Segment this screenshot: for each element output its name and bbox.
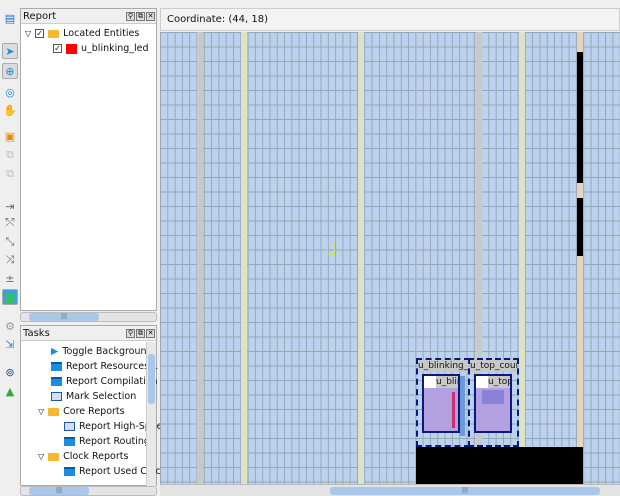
canvas-hscrollbar[interactable]: ||| (160, 484, 620, 496)
task-label: Core Reports (63, 406, 125, 417)
expand-icon[interactable]: ± (2, 270, 18, 286)
report-icon (51, 362, 62, 371)
placed-logic (482, 390, 504, 404)
pin-icon[interactable]: ⚲ (126, 11, 135, 21)
task-label: Report Routing (79, 436, 150, 447)
logic-block[interactable]: u_top_counter (474, 374, 512, 433)
folder-icon (48, 407, 60, 416)
table-icon (64, 422, 75, 431)
task-label: Report Compilation (66, 376, 158, 387)
fanout-icon[interactable]: ⤲ (2, 215, 18, 231)
task-label: Mark Selection (66, 391, 137, 402)
chip-planner-canvas[interactable]: u_blinking_led u_top_counter u_blinking_… (160, 32, 620, 484)
io-bank (577, 52, 583, 183)
tasks-panel: Tasks ⚲ ⧉ ✕ ▶ Toggle Background Report Reso… (20, 325, 171, 486)
tree-item-located-entities[interactable]: ▽ ✓ Located Entities (25, 26, 139, 41)
resource-column (197, 32, 203, 484)
checkbox[interactable]: ✓ (53, 44, 62, 53)
color-swatch (66, 43, 77, 54)
routing-icon[interactable]: ⤡ (2, 234, 18, 250)
resource-column (358, 32, 364, 484)
resource-column (241, 32, 247, 484)
layers-icon[interactable]: ▣ (2, 128, 18, 144)
expand-icon[interactable]: ▽ (38, 452, 44, 461)
paste-icon[interactable]: ⧉ (2, 166, 18, 182)
task-label: Toggle Background (62, 346, 153, 357)
zoom-tool-icon[interactable]: ⊕ (2, 63, 18, 79)
connections-icon[interactable]: ⚙ (2, 318, 18, 334)
task-folder[interactable]: ▽ Clock Reports (38, 449, 128, 464)
report-hscrollbar[interactable]: ||| (20, 312, 157, 322)
expand-icon[interactable]: ▽ (38, 407, 44, 416)
io-bank (577, 198, 583, 256)
select-tool-icon[interactable]: ➤ (2, 43, 18, 59)
float-icon[interactable]: ⧉ (136, 328, 145, 338)
close-icon[interactable]: ✕ (146, 328, 155, 338)
task-item[interactable]: ▶ Toggle Background (51, 344, 153, 359)
chip-planner-icon[interactable]: ▤ (2, 10, 18, 26)
tree-label: Located Entities (63, 28, 140, 39)
hand-tool-icon[interactable]: ✋ (2, 102, 18, 118)
binoculars-icon[interactable]: ⊚ (2, 364, 18, 380)
pin-icon[interactable]: ⚲ (126, 328, 135, 338)
delay-icon[interactable]: ⤨ (2, 252, 18, 268)
resource-column (519, 32, 525, 484)
report-icon (64, 467, 75, 476)
float-icon[interactable]: ⧉ (136, 11, 145, 21)
zoom-fit-icon[interactable]: ◎ (2, 84, 18, 100)
task-item[interactable]: Report Compilation (51, 374, 158, 389)
block-label: u_top_counter (488, 376, 510, 388)
block-label: u_blinking_led (436, 376, 458, 388)
locate-icon[interactable]: ⇲ (2, 336, 18, 352)
floorplan-view-icon[interactable]: ▦ (2, 289, 18, 305)
task-folder[interactable]: ▽ Core Reports (38, 404, 125, 419)
coordinate-readout: Coordinate: (44, 18) (160, 8, 620, 31)
report-panel: Report ⚲ ⧉ ✕ ▽ ✓ Located Entities ✓ u_blin… (20, 8, 157, 311)
fanin-icon[interactable]: ⇥ (2, 198, 18, 214)
task-label: Report Used Clocks (79, 466, 172, 477)
region-label: u_top_counter (470, 360, 517, 372)
folder-icon (48, 452, 60, 461)
tasks-title: Tasks (23, 327, 50, 339)
hover-cell (327, 241, 335, 255)
close-icon[interactable]: ✕ (146, 11, 155, 21)
left-toolbar: ▤ ➤ ⊕ ◎ ✋ ▣ ⧉ ⧉ ⇥ ⤲ ⤡ ⤨ ± ▦ ⚙ ⇲ ⊚ ▲ (0, 8, 20, 496)
ta-icon[interactable]: ▲ (2, 383, 18, 399)
placed-logic (452, 392, 455, 428)
tasks-vscrollbar[interactable] (146, 342, 156, 486)
table-icon (51, 392, 62, 401)
tree-label: u_blinking_led (81, 43, 149, 54)
tasks-hscrollbar[interactable]: ||| (20, 486, 157, 496)
report-title: Report (23, 10, 57, 22)
tree-item-u-blinking-led[interactable]: ✓ u_blinking_led (53, 41, 149, 56)
logic-block[interactable]: u_blinking_led (422, 374, 460, 433)
report-icon (64, 437, 75, 446)
hard-block (416, 447, 583, 484)
task-item[interactable]: Report Routing (64, 434, 150, 449)
task-label: Report Resources... (66, 361, 159, 372)
report-icon (51, 377, 62, 386)
task-item[interactable]: Mark Selection (51, 389, 136, 404)
expand-icon[interactable]: ▽ (25, 29, 31, 38)
task-label: Clock Reports (63, 451, 129, 462)
region-label: u_blinking_led (418, 360, 468, 372)
checkbox[interactable]: ✓ (35, 29, 45, 38)
copy-icon[interactable]: ⧉ (2, 147, 18, 163)
folder-icon (48, 29, 60, 38)
play-icon: ▶ (51, 346, 59, 357)
task-item[interactable]: Report Resources... (51, 359, 158, 374)
